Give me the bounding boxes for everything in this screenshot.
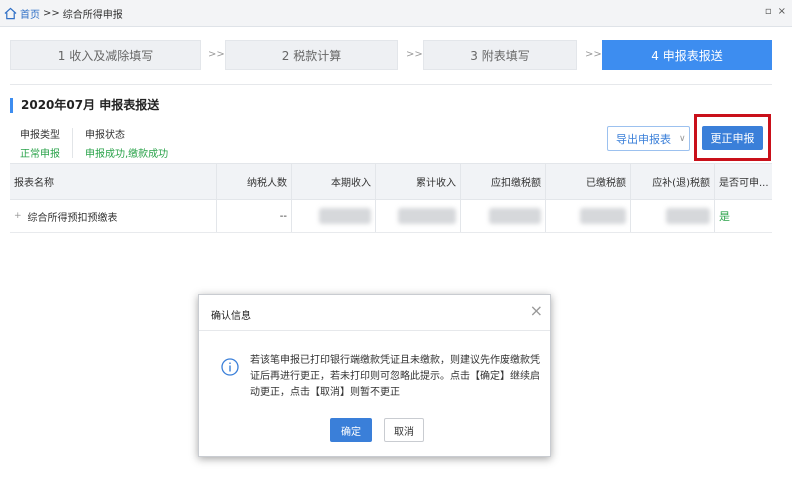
step-income-deduction[interactable]: 1 收入及减除填写 xyxy=(10,40,201,70)
window-controls: ▫ × xyxy=(765,6,786,17)
redacted-value xyxy=(398,208,456,224)
step-submit-declaration[interactable]: 4 申报表报送 xyxy=(602,40,772,70)
confirm-button[interactable]: 确定 xyxy=(330,418,372,442)
breadcrumb: 首页 >> 综合所得申报 xyxy=(4,6,123,21)
cancel-button[interactable]: 取消 xyxy=(384,418,424,442)
withholding-tax-cell xyxy=(461,200,546,232)
redacted-value xyxy=(580,208,626,224)
close-window-icon[interactable]: × xyxy=(778,6,786,17)
dialog-divider xyxy=(199,330,550,331)
dialog-title: 确认信息 xyxy=(211,311,251,322)
step-attachment[interactable]: 3 附表填写 xyxy=(423,40,577,70)
breadcrumb-current: 综合所得申报 xyxy=(62,10,123,21)
restore-icon[interactable]: ▫ xyxy=(765,6,772,17)
report-name: 综合所得预扣预缴表 xyxy=(27,212,118,224)
info-icon xyxy=(221,358,239,376)
redacted-value xyxy=(319,208,371,224)
taxpayers-cell: -- xyxy=(217,200,292,232)
declare-type-label: 申报类型 xyxy=(20,130,60,141)
report-name-cell: + 综合所得预扣预缴表 xyxy=(10,200,217,232)
breadcrumb-home-link[interactable]: 首页 xyxy=(20,6,40,21)
step-separator: >> xyxy=(585,49,602,60)
step-separator: >> xyxy=(208,49,225,60)
column-header-paid-tax: 已缴税额 xyxy=(546,164,631,199)
step-separator: >> xyxy=(406,49,423,60)
column-header-refund-tax: 应补(退)税额 xyxy=(631,164,715,199)
close-icon[interactable]: × xyxy=(530,303,543,319)
table-row[interactable]: + 综合所得预扣预缴表 -- 是 xyxy=(10,200,772,233)
column-header-withholding-tax: 应扣缴税额 xyxy=(461,164,546,199)
top-bar: 首页 >> 综合所得申报 ▫ × xyxy=(0,0,792,27)
refund-tax-cell xyxy=(631,200,715,232)
declare-type-value: 正常申报 xyxy=(20,149,60,160)
chevron-down-icon: ∨ xyxy=(679,133,686,144)
export-declaration-dropdown[interactable]: 导出申报表 ∨ xyxy=(607,126,690,151)
can-declare-value: 是 xyxy=(719,210,730,223)
cumulative-income-cell xyxy=(376,200,461,232)
confirm-dialog: 确认信息 × 若该笔申报已打印银行端缴款凭证且未缴款，则建议先作废缴款凭证后再进… xyxy=(198,294,551,457)
table-header: 报表名称 纳税人数 本期收入 累计收入 应扣缴税额 已缴税额 应补(退)税额 是… xyxy=(10,163,772,200)
dialog-message: 若该笔申报已打印银行端缴款凭证且未缴款，则建议先作废缴款凭证后再进行更正，若未打… xyxy=(250,355,540,398)
step-progress: 1 收入及减除填写 >> 2 税款计算 >> 3 附表填写 >> 4 申报表报送 xyxy=(10,40,772,70)
declare-status-value: 申报成功,缴款成功 xyxy=(85,149,169,160)
redacted-value xyxy=(666,208,710,224)
column-header-cumulative-income: 累计收入 xyxy=(376,164,461,199)
correct-declaration-button[interactable]: 更正申报 xyxy=(702,126,763,150)
home-icon[interactable] xyxy=(4,7,17,20)
info-divider xyxy=(72,128,73,158)
breadcrumb-separator: >> xyxy=(43,8,60,19)
column-header-current-income: 本期收入 xyxy=(292,164,376,199)
export-button-label: 导出申报表 xyxy=(616,132,671,146)
column-header-can-declare: 是否可申... xyxy=(719,178,769,189)
highlight-box: 更正申报 xyxy=(694,114,771,161)
column-header-report-name: 报表名称 xyxy=(10,164,217,199)
declare-status-label: 申报状态 xyxy=(85,130,125,141)
column-header-taxpayers: 纳税人数 xyxy=(217,164,292,199)
redacted-value xyxy=(489,208,541,224)
panel-title: 2020年07月 申报表报送 xyxy=(10,98,159,113)
paid-tax-cell xyxy=(546,200,631,232)
step-tax-calculation[interactable]: 2 税款计算 xyxy=(225,40,398,70)
can-declare-cell: 是 xyxy=(715,200,772,232)
expand-icon[interactable]: + xyxy=(14,211,22,221)
current-income-cell xyxy=(292,200,376,232)
